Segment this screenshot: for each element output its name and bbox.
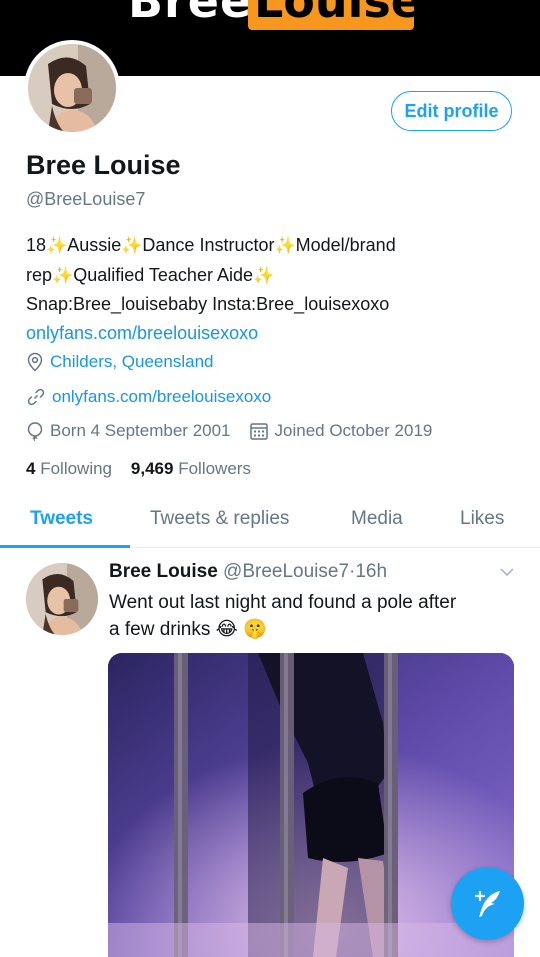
follow-stats: 4 Following 9,469 Followers — [26, 459, 251, 479]
balloon-icon — [27, 422, 43, 441]
tab-tweets-replies[interactable]: Tweets & replies — [150, 508, 289, 530]
banner-text: Bree — [128, 0, 253, 28]
bio-line-3: Snap:Bree_louisebaby Insta:Bree_louisexo… — [26, 294, 390, 314]
sparkles-icon: ✨ — [252, 265, 275, 286]
sparkles-icon: ✨ — [121, 236, 143, 256]
link-icon — [27, 388, 45, 406]
bio-line-1: 18✨Aussie✨Dance Instructor✨Model/brand — [26, 235, 396, 256]
sparkles-icon: ✨ — [274, 236, 296, 256]
profile-avatar[interactable] — [24, 40, 120, 136]
location-text[interactable]: Childers, Queensland — [50, 352, 213, 372]
bio-line-2: rep✨Qualified Teacher Aide✨ — [26, 264, 275, 286]
tab-media[interactable]: Media — [351, 508, 403, 530]
compose-tweet-button[interactable] — [451, 867, 524, 940]
website-link[interactable]: onlyfans.com/breelouisexoxo — [52, 387, 271, 407]
location-pin-icon — [27, 352, 43, 372]
tab-likes[interactable]: Likes — [460, 508, 504, 530]
profile-bio: 18✨Aussie✨Dance Instructor✨Model/brand r… — [26, 231, 526, 347]
compose-tweet-icon — [474, 890, 500, 917]
profile-dates: Born 4 September 2001 Joined October 201… — [26, 421, 432, 441]
banner-orange-text: Louise — [254, 0, 414, 28]
shushing-face-emoji: 🤫 — [243, 618, 267, 640]
tears-of-joy-emoji: 😂 — [215, 618, 238, 640]
tweet-time: 16h — [355, 561, 388, 582]
sparkles-icon: ✨ — [52, 265, 74, 286]
profile-name: Bree Louise — [26, 150, 181, 180]
tweet-text: Went out last night and found a pole aft… — [109, 589, 519, 643]
calendar-icon — [249, 423, 268, 440]
bio-link[interactable]: onlyfans.com/breelouisexoxo — [26, 319, 526, 348]
profile-tabs: Tweets Tweets & replies Media Likes — [0, 500, 540, 548]
following-link[interactable]: 4 Following — [26, 459, 112, 478]
tweet-author-name[interactable]: Bree Louise — [109, 561, 218, 582]
born-text: Born 4 September 2001 — [50, 421, 231, 440]
tweet-header: Bree Louise @BreeLouise7·16h — [109, 561, 387, 583]
profile-location: Childers, Queensland — [26, 352, 213, 372]
joined-text: Joined October 2019 — [274, 421, 433, 440]
tweet-avatar[interactable] — [26, 563, 98, 635]
banner-orange-block: Louise — [248, 0, 414, 30]
active-tab-indicator — [0, 545, 130, 548]
tweet-author-handle: @BreeLouise7 — [223, 561, 350, 582]
sparkles-icon: ✨ — [46, 236, 68, 256]
profile-website: onlyfans.com/breelouisexoxo — [26, 387, 271, 407]
chevron-down-icon[interactable] — [498, 563, 516, 581]
followers-link[interactable]: 9,469 Followers — [131, 459, 251, 478]
profile-handle: @BreeLouise7 — [26, 189, 146, 209]
tab-tweets[interactable]: Tweets — [30, 508, 93, 530]
edit-profile-button[interactable]: Edit profile — [391, 91, 512, 131]
